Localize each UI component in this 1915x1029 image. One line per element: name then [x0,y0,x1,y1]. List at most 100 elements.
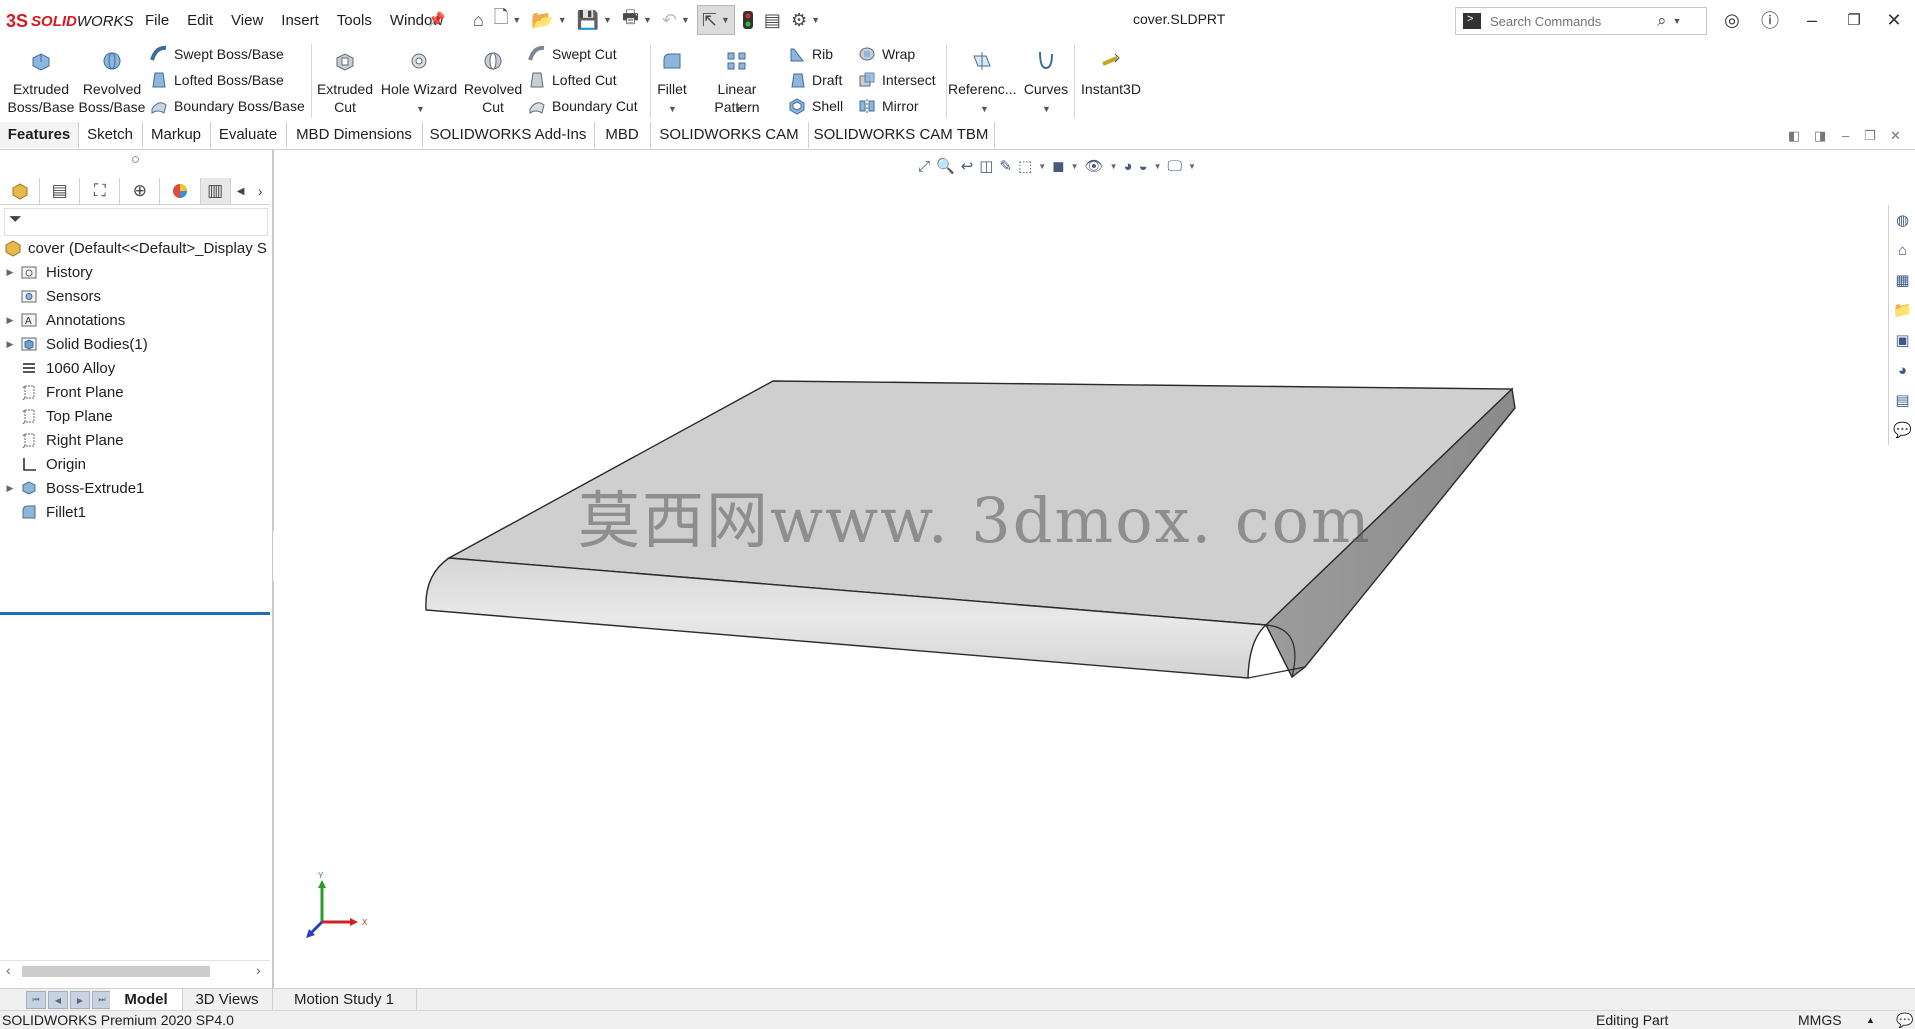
graphics-area[interactable] [274,150,1884,988]
hole-wizard-button[interactable]: Hole Wizard [380,44,458,98]
cam-manager-icon[interactable]: ▥ [200,178,231,204]
tree-item-top-plane[interactable]: Top Plane [0,404,270,428]
restore-window-button[interactable]: ❐ [1840,6,1868,34]
reference-geometry-button[interactable]: Referenc... [948,44,1016,98]
user-account-icon[interactable]: ◎ [1718,6,1746,34]
tab-features[interactable]: Features [0,122,79,148]
fillet-button[interactable]: Fillet [652,44,692,98]
tree-item-front-plane[interactable]: Front Plane [0,380,270,404]
tab-motion-study-1[interactable]: Motion Study 1 [272,989,417,1011]
hide-show-items-icon[interactable]: 👁 [1085,157,1104,175]
new-document-button[interactable]: 🗋 ▼ [491,7,524,33]
viewport-restore-button[interactable]: ❐ [1864,128,1876,144]
view-palette-icon[interactable]: ▣ [1889,325,1915,355]
view-settings-icon[interactable]: 🖵 [1168,158,1182,175]
solidworks-resources-icon[interactable]: ◍ [1889,205,1915,235]
curves-dropdown-icon[interactable]: ▼ [1042,104,1051,114]
tree-item-origin[interactable]: Origin [0,452,270,476]
select-pointer-icon[interactable]: ⇱ ▼ [696,5,735,35]
tree-horizontal-scrollbar[interactable]: ‹ › [0,960,270,981]
tree-item-fillet1[interactable]: Fillet1 [0,500,270,524]
reference-geometry-dropdown-icon[interactable]: ▼ [980,104,989,114]
tab-model[interactable]: Model [110,989,183,1011]
home-icon[interactable]: ⌂ [470,7,487,33]
zoom-to-fit-icon[interactable]: ⤢ [918,158,930,175]
last-tab-icon[interactable]: ⏭ [92,991,112,1009]
undo-button[interactable]: ↶ ▼ [659,7,693,33]
forum-icon[interactable]: 💬 [1889,415,1915,445]
search-input[interactable] [1488,12,1657,30]
expand-arrow-icon[interactable]: ▶ [0,483,20,494]
menu-insert[interactable]: Insert [272,12,328,29]
dynamic-annotation-icon[interactable]: ✎ [999,157,1012,175]
design-library-icon[interactable]: ▦ [1889,265,1915,295]
extruded-boss-base-button[interactable]: Extruded Boss/Base [6,44,76,116]
linear-pattern-dropdown-icon[interactable]: ▼ [734,104,743,114]
tree-item-history[interactable]: ▶ History [0,260,270,284]
tree-item-annotations[interactable]: ▶ A Annotations [0,308,270,332]
tab-mbd-dimensions[interactable]: MBD Dimensions [286,122,423,148]
menu-tools[interactable]: Tools [328,12,381,29]
hide-show-dropdown-icon[interactable]: ▼ [1110,162,1118,171]
tree-item-right-plane[interactable]: Right Plane [0,428,270,452]
tab-mbd[interactable]: MBD [594,122,651,148]
edit-appearance-icon[interactable]: ◕ [1124,158,1133,175]
tab-solidworks-add-ins[interactable]: SOLIDWORKS Add-Ins [422,122,595,148]
configuration-manager-icon[interactable]: ⛶ [80,178,121,204]
lofted-boss-base-button[interactable]: Lofted Boss/Base [150,69,284,91]
viewport-minimize-button[interactable]: – [1842,128,1849,143]
scroll-tabs-right-icon[interactable]: › [250,178,270,204]
scroll-right-arrow-icon[interactable]: › [256,962,261,978]
view-orientation-icon[interactable]: ⬚ [1018,157,1032,175]
property-manager-icon[interactable]: ▤ [40,178,81,204]
lofted-cut-button[interactable]: Lofted Cut [528,69,617,91]
next-tab-icon[interactable]: ▶ [70,991,90,1009]
swept-cut-button[interactable]: Swept Cut [528,43,617,65]
help-icon[interactable]: ⓘ [1756,6,1784,34]
expand-arrow-icon[interactable]: ▶ [0,267,20,278]
save-button[interactable]: 💾 ▼ [574,7,615,33]
filter-funnel-icon[interactable]: ⏷ [9,211,22,229]
viewport-right-icon[interactable]: ◨ [1814,128,1826,144]
scroll-left-arrow-icon[interactable]: ‹ [6,962,11,978]
curves-button[interactable]: Curves [1020,44,1072,98]
tab-solidworks-cam-tbm[interactable]: SOLIDWORKS CAM TBM [808,122,995,148]
boundary-cut-button[interactable]: Boundary Cut [528,95,638,117]
zoom-to-area-icon[interactable]: 🔍 [936,157,955,175]
units-dropdown-icon[interactable]: ▲ [1866,1015,1875,1025]
viewport-left-icon[interactable]: ◧ [1788,128,1800,144]
revolved-boss-base-button[interactable]: Revolved Boss/Base [78,44,146,116]
menu-view[interactable]: View [222,12,272,29]
boundary-boss-base-button[interactable]: Boundary Boss/Base [150,95,305,117]
pin-menu-icon[interactable]: 📌 [428,11,445,28]
rib-button[interactable]: Rib [788,43,833,65]
tab-3d-views[interactable]: 3D Views [182,989,273,1011]
tab-evaluate[interactable]: Evaluate [210,122,287,148]
tab-solidworks-cam[interactable]: SOLIDWORKS CAM [650,122,809,148]
dimxpert-manager-icon[interactable]: ⊕ [120,178,161,204]
display-manager-icon[interactable] [160,178,201,204]
file-properties-icon[interactable]: ▤ [761,7,784,33]
panel-collapse-handle[interactable] [132,156,139,163]
instant3d-button[interactable]: Instant3D [1076,44,1146,98]
display-style-dropdown-icon[interactable]: ▼ [1071,162,1079,171]
tree-item-solid-bodies-1[interactable]: ▶ Solid Bodies(1) [0,332,270,356]
featuremanager-tree-icon[interactable] [0,178,41,204]
shell-button[interactable]: Shell [788,95,843,117]
extruded-cut-button[interactable]: Extruded Cut [314,44,376,116]
previous-view-icon[interactable]: ↩ [961,157,974,175]
wrap-button[interactable]: Wrap [858,43,915,65]
expand-arrow-icon[interactable]: ▶ [0,315,20,326]
search-commands-box[interactable]: ⌕ ▼ [1455,7,1707,35]
view-orientation-dropdown-icon[interactable]: ▼ [1038,162,1046,171]
rebuild-traffic-light-icon[interactable] [739,7,757,33]
search-icon[interactable]: ⌕ [1657,11,1667,31]
apply-scene-dropdown-icon[interactable]: ▼ [1154,162,1162,171]
file-explorer-icon[interactable]: 📁 [1889,295,1915,325]
viewport-close-button[interactable]: ✕ [1890,128,1901,144]
first-tab-icon[interactable]: ⏮ [26,991,46,1009]
apply-scene-icon[interactable]: ◒ [1139,158,1148,175]
custom-properties-icon[interactable]: ▤ [1889,385,1915,415]
appearances-scenes-icon[interactable]: ◕ [1889,355,1915,385]
search-dropdown-icon[interactable]: ▼ [1673,16,1682,26]
